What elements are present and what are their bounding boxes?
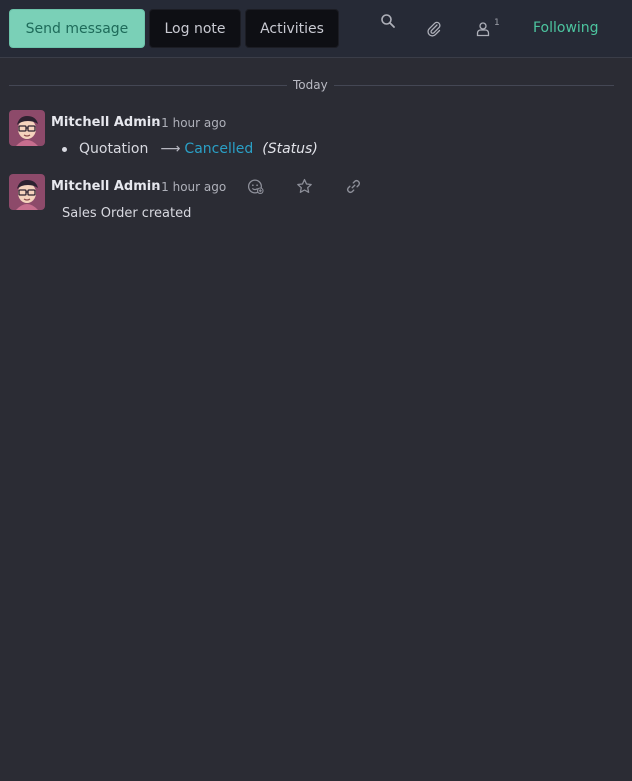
message-author[interactable]: Mitchell Admin bbox=[51, 115, 160, 130]
link-icon[interactable] bbox=[343, 176, 363, 196]
avatar[interactable] bbox=[9, 174, 45, 210]
message-date: - 1 hour ago bbox=[153, 116, 227, 130]
tracking-value: Quotation ⟶ Cancelled (Status) bbox=[62, 141, 318, 157]
tracking-field-name: (Status) bbox=[262, 141, 318, 157]
log-note-button[interactable]: Log note bbox=[149, 9, 241, 48]
tracking-new-value: Cancelled bbox=[184, 141, 254, 157]
paperclip-icon[interactable] bbox=[423, 18, 445, 40]
chatter-topbar: Send message Log note Activities 1 Follo… bbox=[0, 0, 632, 58]
arrow-right-icon: ⟶ bbox=[160, 141, 181, 157]
message-body: Sales Order created bbox=[62, 206, 192, 221]
following-button[interactable]: Following bbox=[533, 20, 599, 36]
avatar[interactable] bbox=[9, 110, 45, 146]
followers-count: 1 bbox=[494, 18, 500, 28]
search-icon[interactable] bbox=[377, 10, 399, 32]
bullet bbox=[62, 146, 67, 152]
star-icon[interactable] bbox=[294, 176, 314, 196]
add-reaction-icon[interactable] bbox=[245, 176, 265, 196]
date-separator: Today bbox=[287, 78, 334, 92]
user-icon bbox=[476, 22, 490, 37]
followers-button[interactable] bbox=[473, 18, 493, 40]
send-message-button[interactable]: Send message bbox=[9, 9, 145, 48]
message-author[interactable]: Mitchell Admin bbox=[51, 179, 160, 194]
tracking-old-value: Quotation bbox=[79, 141, 149, 157]
message-date: - 1 hour ago bbox=[153, 180, 227, 194]
activities-button[interactable]: Activities bbox=[245, 9, 339, 48]
